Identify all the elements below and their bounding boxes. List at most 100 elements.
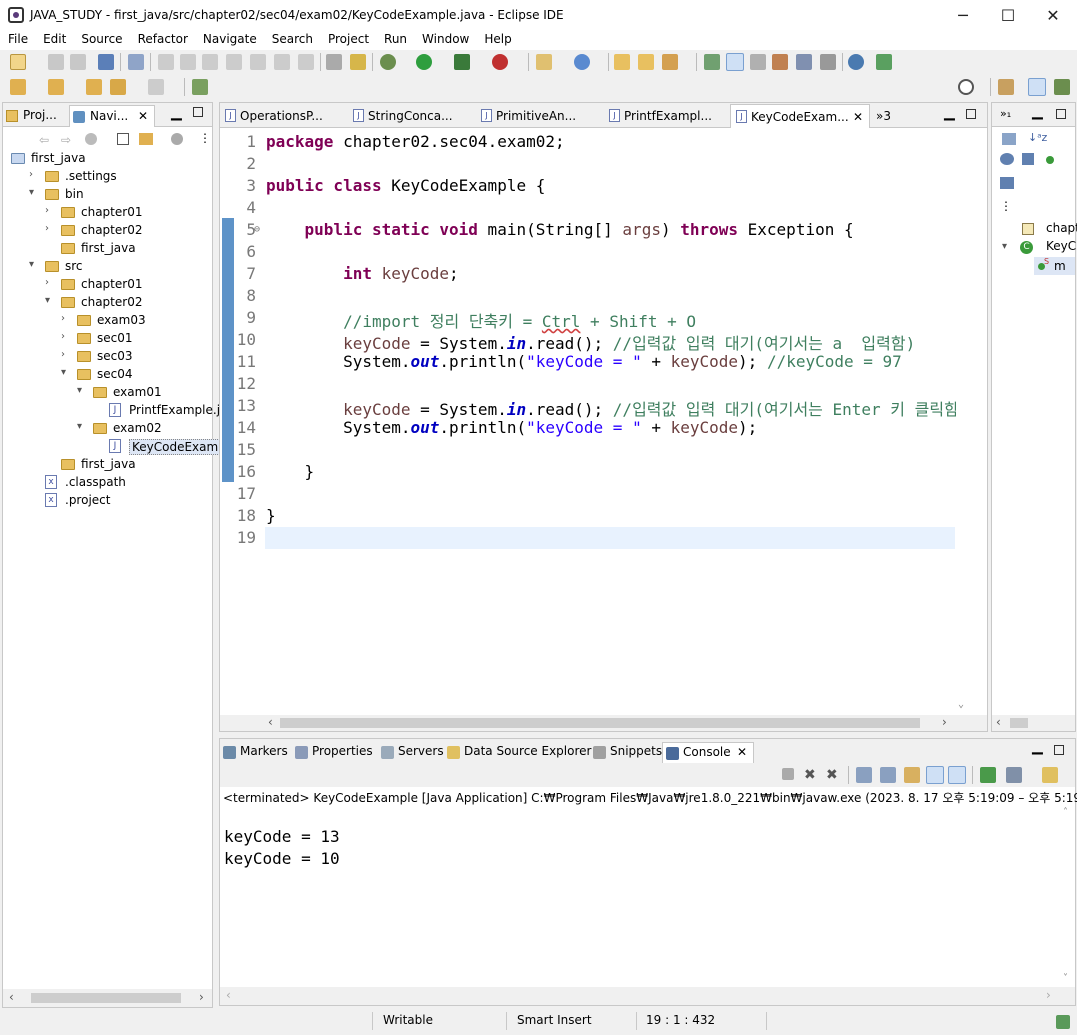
- show-whitespace-icon[interactable]: [772, 54, 788, 70]
- scroll-lock-icon[interactable]: [880, 767, 896, 783]
- step-return-icon[interactable]: [298, 54, 314, 70]
- menu-search[interactable]: Search: [264, 30, 320, 50]
- menu-project[interactable]: Project: [320, 30, 376, 50]
- console-output[interactable]: keyCode = 13 keyCode = 10: [220, 807, 1061, 987]
- expand-arrow-icon[interactable]: ▾: [29, 259, 39, 270]
- editor-tab-keycode[interactable]: J KeyCodeExam... ✕: [730, 104, 870, 128]
- tree-item[interactable]: J KeyCodeExample.ja: [3, 438, 255, 456]
- clear-console-icon[interactable]: [856, 767, 872, 783]
- new-java-project-icon[interactable]: [536, 54, 552, 70]
- tab-snippets[interactable]: Snippets: [590, 742, 666, 763]
- code-area[interactable]: 1 2 3 4 5 6 7 8 9 10 11 12 13 14 15 16 17 18 19 ⊖ package …: [220, 129, 987, 715]
- resume-icon[interactable]: [158, 54, 174, 70]
- tab-servers[interactable]: Servers: [378, 742, 448, 763]
- more-tabs-button[interactable]: »3: [872, 104, 912, 128]
- editor-hscroll[interactable]: ‹ ›: [220, 715, 987, 731]
- new-icon[interactable]: [10, 54, 26, 70]
- up-icon[interactable]: [85, 133, 97, 145]
- tab-markers[interactable]: Markers: [220, 742, 292, 763]
- outline-method-row[interactable]: S m: [1034, 257, 1075, 275]
- hide-fields-icon[interactable]: [1000, 153, 1014, 165]
- filter-icon[interactable]: [171, 133, 183, 145]
- editor-tab-operations[interactable]: J OperationsP...: [220, 104, 344, 128]
- sort-icon[interactable]: ↓ᵃz: [1028, 131, 1047, 144]
- fold-icon[interactable]: ⊖: [254, 224, 260, 235]
- tree-item[interactable]: ▾ exam02: [3, 420, 212, 438]
- back-arrow-icon[interactable]: ⇦: [39, 133, 53, 147]
- left-hscroll[interactable]: ‹ ›: [3, 989, 212, 1007]
- tab-project-explorer[interactable]: Proj...: [3, 105, 61, 127]
- suspend-icon[interactable]: [180, 54, 196, 70]
- collapse-all-icon[interactable]: [117, 133, 129, 145]
- expand-arrow-icon[interactable]: ▾: [1002, 241, 1007, 252]
- expand-arrow-icon[interactable]: ▾: [45, 295, 55, 306]
- server-icon[interactable]: [876, 54, 892, 70]
- expand-arrow-icon[interactable]: ▾: [77, 385, 87, 396]
- terminate-icon[interactable]: [782, 768, 794, 780]
- collapse-arrow-icon[interactable]: ›: [29, 169, 39, 180]
- expand-arrow-icon[interactable]: ▾: [61, 367, 71, 378]
- expand-arrow-icon[interactable]: ▾: [29, 187, 39, 198]
- tree-item[interactable]: J PrintfExample.java: [3, 402, 242, 420]
- close-button[interactable]: ✕: [1030, 0, 1076, 30]
- tree-item[interactable]: ▾ bin: [3, 186, 212, 204]
- open-type-icon[interactable]: [614, 54, 630, 70]
- link-with-editor-icon[interactable]: [139, 133, 153, 145]
- tab-data-source-explorer[interactable]: Data Source Explorer: [444, 742, 595, 763]
- tree-item[interactable]: › .settings: [3, 168, 212, 186]
- pin-console-icon[interactable]: [980, 767, 996, 783]
- close-icon[interactable]: ✕: [853, 110, 863, 124]
- editor-tab-printf[interactable]: J PrintfExampl...: [604, 104, 728, 128]
- save-all-icon[interactable]: [70, 54, 86, 70]
- collapse-arrow-icon[interactable]: ›: [61, 349, 71, 360]
- console-vscroll[interactable]: ˄ ˅: [1061, 807, 1075, 987]
- java-perspective-icon[interactable]: [1028, 78, 1046, 96]
- external-tools-icon[interactable]: [492, 54, 508, 70]
- word-wrap-icon[interactable]: [904, 767, 920, 783]
- open-console-icon[interactable]: [1042, 767, 1058, 783]
- hide-nonpublic-icon[interactable]: [1046, 156, 1054, 164]
- tab-properties[interactable]: Properties: [292, 742, 377, 763]
- tree-item[interactable]: ▾first_java: [3, 150, 212, 168]
- debug-icon[interactable]: [380, 54, 396, 70]
- last-edit-location-icon[interactable]: [86, 79, 102, 95]
- tree-item[interactable]: › sec01: [3, 330, 212, 348]
- collapse-arrow-icon[interactable]: ›: [45, 277, 55, 288]
- editor-tab-primitive[interactable]: J PrimitiveAn...: [476, 104, 600, 128]
- globe-icon[interactable]: [848, 54, 864, 70]
- outline-hscroll[interactable]: ‹: [992, 715, 1075, 731]
- tree-item[interactable]: ▾ sec04: [3, 366, 212, 384]
- expand-arrow-icon[interactable]: ▾: [77, 421, 87, 432]
- terminate-icon[interactable]: [202, 54, 218, 70]
- next-annotation-icon[interactable]: [10, 79, 26, 95]
- forward-icon[interactable]: [148, 79, 164, 95]
- tree-item[interactable]: x .project: [3, 492, 212, 510]
- show-stdout-icon[interactable]: [926, 766, 944, 784]
- back-icon[interactable]: [110, 79, 126, 95]
- word-wrap-icon[interactable]: [796, 54, 812, 70]
- minimize-icon[interactable]: ▁: [1032, 104, 1043, 120]
- skip-breakpoints-icon[interactable]: [128, 54, 144, 70]
- search-tool-icon[interactable]: [662, 54, 678, 70]
- step-over-icon[interactable]: [274, 54, 290, 70]
- menu-refactor[interactable]: Refactor: [130, 30, 195, 50]
- minimize-icon[interactable]: ▁: [944, 105, 955, 121]
- search-icon[interactable]: [958, 79, 974, 95]
- tab-navigator[interactable]: Navi... ✕: [69, 105, 155, 127]
- disconnect-icon[interactable]: [226, 54, 242, 70]
- minimize-icon[interactable]: ▁: [171, 105, 182, 121]
- remove-launch-icon[interactable]: ✖: [804, 767, 820, 783]
- notifications-icon[interactable]: [1056, 1015, 1070, 1029]
- close-icon[interactable]: ✕: [737, 745, 747, 759]
- outline-overflow-tab[interactable]: »₁: [1000, 107, 1011, 120]
- menu-run[interactable]: Run: [376, 30, 414, 50]
- save-icon[interactable]: [48, 54, 64, 70]
- open-perspective-icon[interactable]: [998, 79, 1014, 95]
- forward-arrow-icon[interactable]: ⇨: [61, 133, 75, 147]
- pilcrow-icon[interactable]: [820, 54, 836, 70]
- tree-item[interactable]: first_java: [3, 240, 212, 258]
- hide-local-types-icon[interactable]: [1000, 177, 1014, 189]
- menu-source[interactable]: Source: [73, 30, 129, 50]
- maximize-button[interactable]: ☐: [985, 0, 1031, 30]
- menu-help[interactable]: Help: [476, 30, 518, 50]
